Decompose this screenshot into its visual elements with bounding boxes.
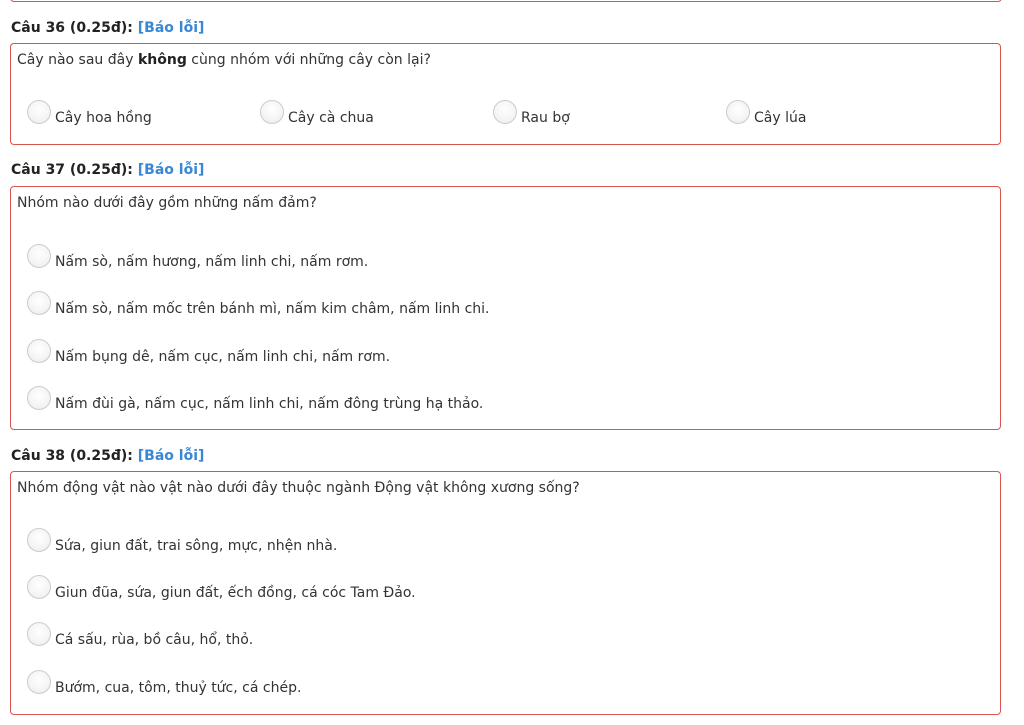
radio-button[interactable]: [27, 622, 51, 646]
question-36-title: Câu 36 (0.25đ):: [11, 20, 133, 36]
option-label: Nấm bụng dê, nấm cục, nấm linh chi, nấm …: [55, 349, 391, 365]
question-37-title: Câu 37 (0.25đ):: [11, 162, 133, 178]
question-36-header: Câu 36 (0.25đ): [Báo lỗi]: [11, 20, 204, 36]
question-36-text-emphasis: không: [137, 52, 187, 68]
question-36-box: Cây nào sau đây không cùng nhóm với nhữn…: [10, 43, 1001, 145]
previous-question-box: [10, 0, 1002, 2]
question-38-box: Nhóm động vật nào vật nào dưới đây thuộc…: [10, 471, 1001, 715]
question-38-text: Nhóm động vật nào vật nào dưới đây thuộc…: [17, 480, 580, 496]
quiz-page: Câu 36 (0.25đ): [Báo lỗi] Cây nào sau đâ…: [0, 0, 1024, 725]
radio-button[interactable]: [27, 386, 51, 410]
option-label: Giun đũa, sứa, giun đất, ếch đồng, cá có…: [55, 585, 416, 601]
option-label: Cây hoa hồng: [55, 110, 152, 126]
option-label: Cây lúa: [754, 110, 807, 126]
question-36-report-link[interactable]: [Báo lỗi]: [138, 20, 205, 36]
question-38-option-3[interactable]: Cá sấu, rùa, bồ câu, hổ, thỏ.: [27, 622, 254, 648]
radio-button[interactable]: [27, 291, 51, 315]
radio-button[interactable]: [27, 100, 51, 124]
question-36-text: Cây nào sau đây không cùng nhóm với nhữn…: [17, 52, 431, 68]
option-label: Bướm, cua, tôm, thuỷ tức, cá chép.: [55, 680, 302, 696]
option-label: Rau bợ: [521, 110, 570, 126]
question-38-option-4[interactable]: Bướm, cua, tôm, thuỷ tức, cá chép.: [27, 670, 302, 696]
question-36-text-part: cùng nhóm với những cây còn lại?: [186, 52, 431, 68]
question-38-title: Câu 38 (0.25đ):: [11, 448, 133, 464]
option-label: Sứa, giun đất, trai sông, mực, nhện nhà.: [55, 538, 338, 554]
radio-button[interactable]: [260, 100, 284, 124]
question-36-option-4[interactable]: Cây lúa: [726, 100, 807, 126]
radio-button[interactable]: [27, 244, 51, 268]
radio-button[interactable]: [493, 100, 517, 124]
question-37-header: Câu 37 (0.25đ): [Báo lỗi]: [11, 162, 204, 178]
question-36-option-1[interactable]: Cây hoa hồng: [27, 100, 152, 126]
radio-button[interactable]: [27, 575, 51, 599]
question-37-box: Nhóm nào dưới đây gồm những nấm đảm? Nấm…: [10, 186, 1001, 430]
question-38-option-2[interactable]: Giun đũa, sứa, giun đất, ếch đồng, cá có…: [27, 575, 416, 601]
option-label: Nấm đùi gà, nấm cục, nấm linh chi, nấm đ…: [55, 396, 484, 412]
question-37-option-3[interactable]: Nấm bụng dê, nấm cục, nấm linh chi, nấm …: [27, 339, 391, 365]
question-37-option-2[interactable]: Nấm sò, nấm mốc trên bánh mì, nấm kim ch…: [27, 291, 490, 317]
question-38-option-1[interactable]: Sứa, giun đất, trai sông, mực, nhện nhà.: [27, 528, 338, 554]
question-36-text-part: Cây nào sau đây: [17, 52, 138, 68]
radio-button[interactable]: [726, 100, 750, 124]
question-36-option-3[interactable]: Rau bợ: [493, 100, 570, 126]
option-label: Cây cà chua: [288, 110, 374, 126]
radio-button[interactable]: [27, 528, 51, 552]
question-37-option-1[interactable]: Nấm sò, nấm hương, nấm linh chi, nấm rơm…: [27, 244, 369, 270]
option-label: Nấm sò, nấm hương, nấm linh chi, nấm rơm…: [55, 254, 369, 270]
option-label: Nấm sò, nấm mốc trên bánh mì, nấm kim ch…: [55, 301, 490, 317]
question-36-option-2[interactable]: Cây cà chua: [260, 100, 374, 126]
question-37-report-link[interactable]: [Báo lỗi]: [138, 162, 205, 178]
question-38-header: Câu 38 (0.25đ): [Báo lỗi]: [11, 448, 204, 464]
question-37-option-4[interactable]: Nấm đùi gà, nấm cục, nấm linh chi, nấm đ…: [27, 386, 484, 412]
option-label: Cá sấu, rùa, bồ câu, hổ, thỏ.: [55, 632, 254, 648]
question-37-text: Nhóm nào dưới đây gồm những nấm đảm?: [17, 195, 317, 211]
radio-button[interactable]: [27, 670, 51, 694]
radio-button[interactable]: [27, 339, 51, 363]
question-38-report-link[interactable]: [Báo lỗi]: [138, 448, 205, 464]
